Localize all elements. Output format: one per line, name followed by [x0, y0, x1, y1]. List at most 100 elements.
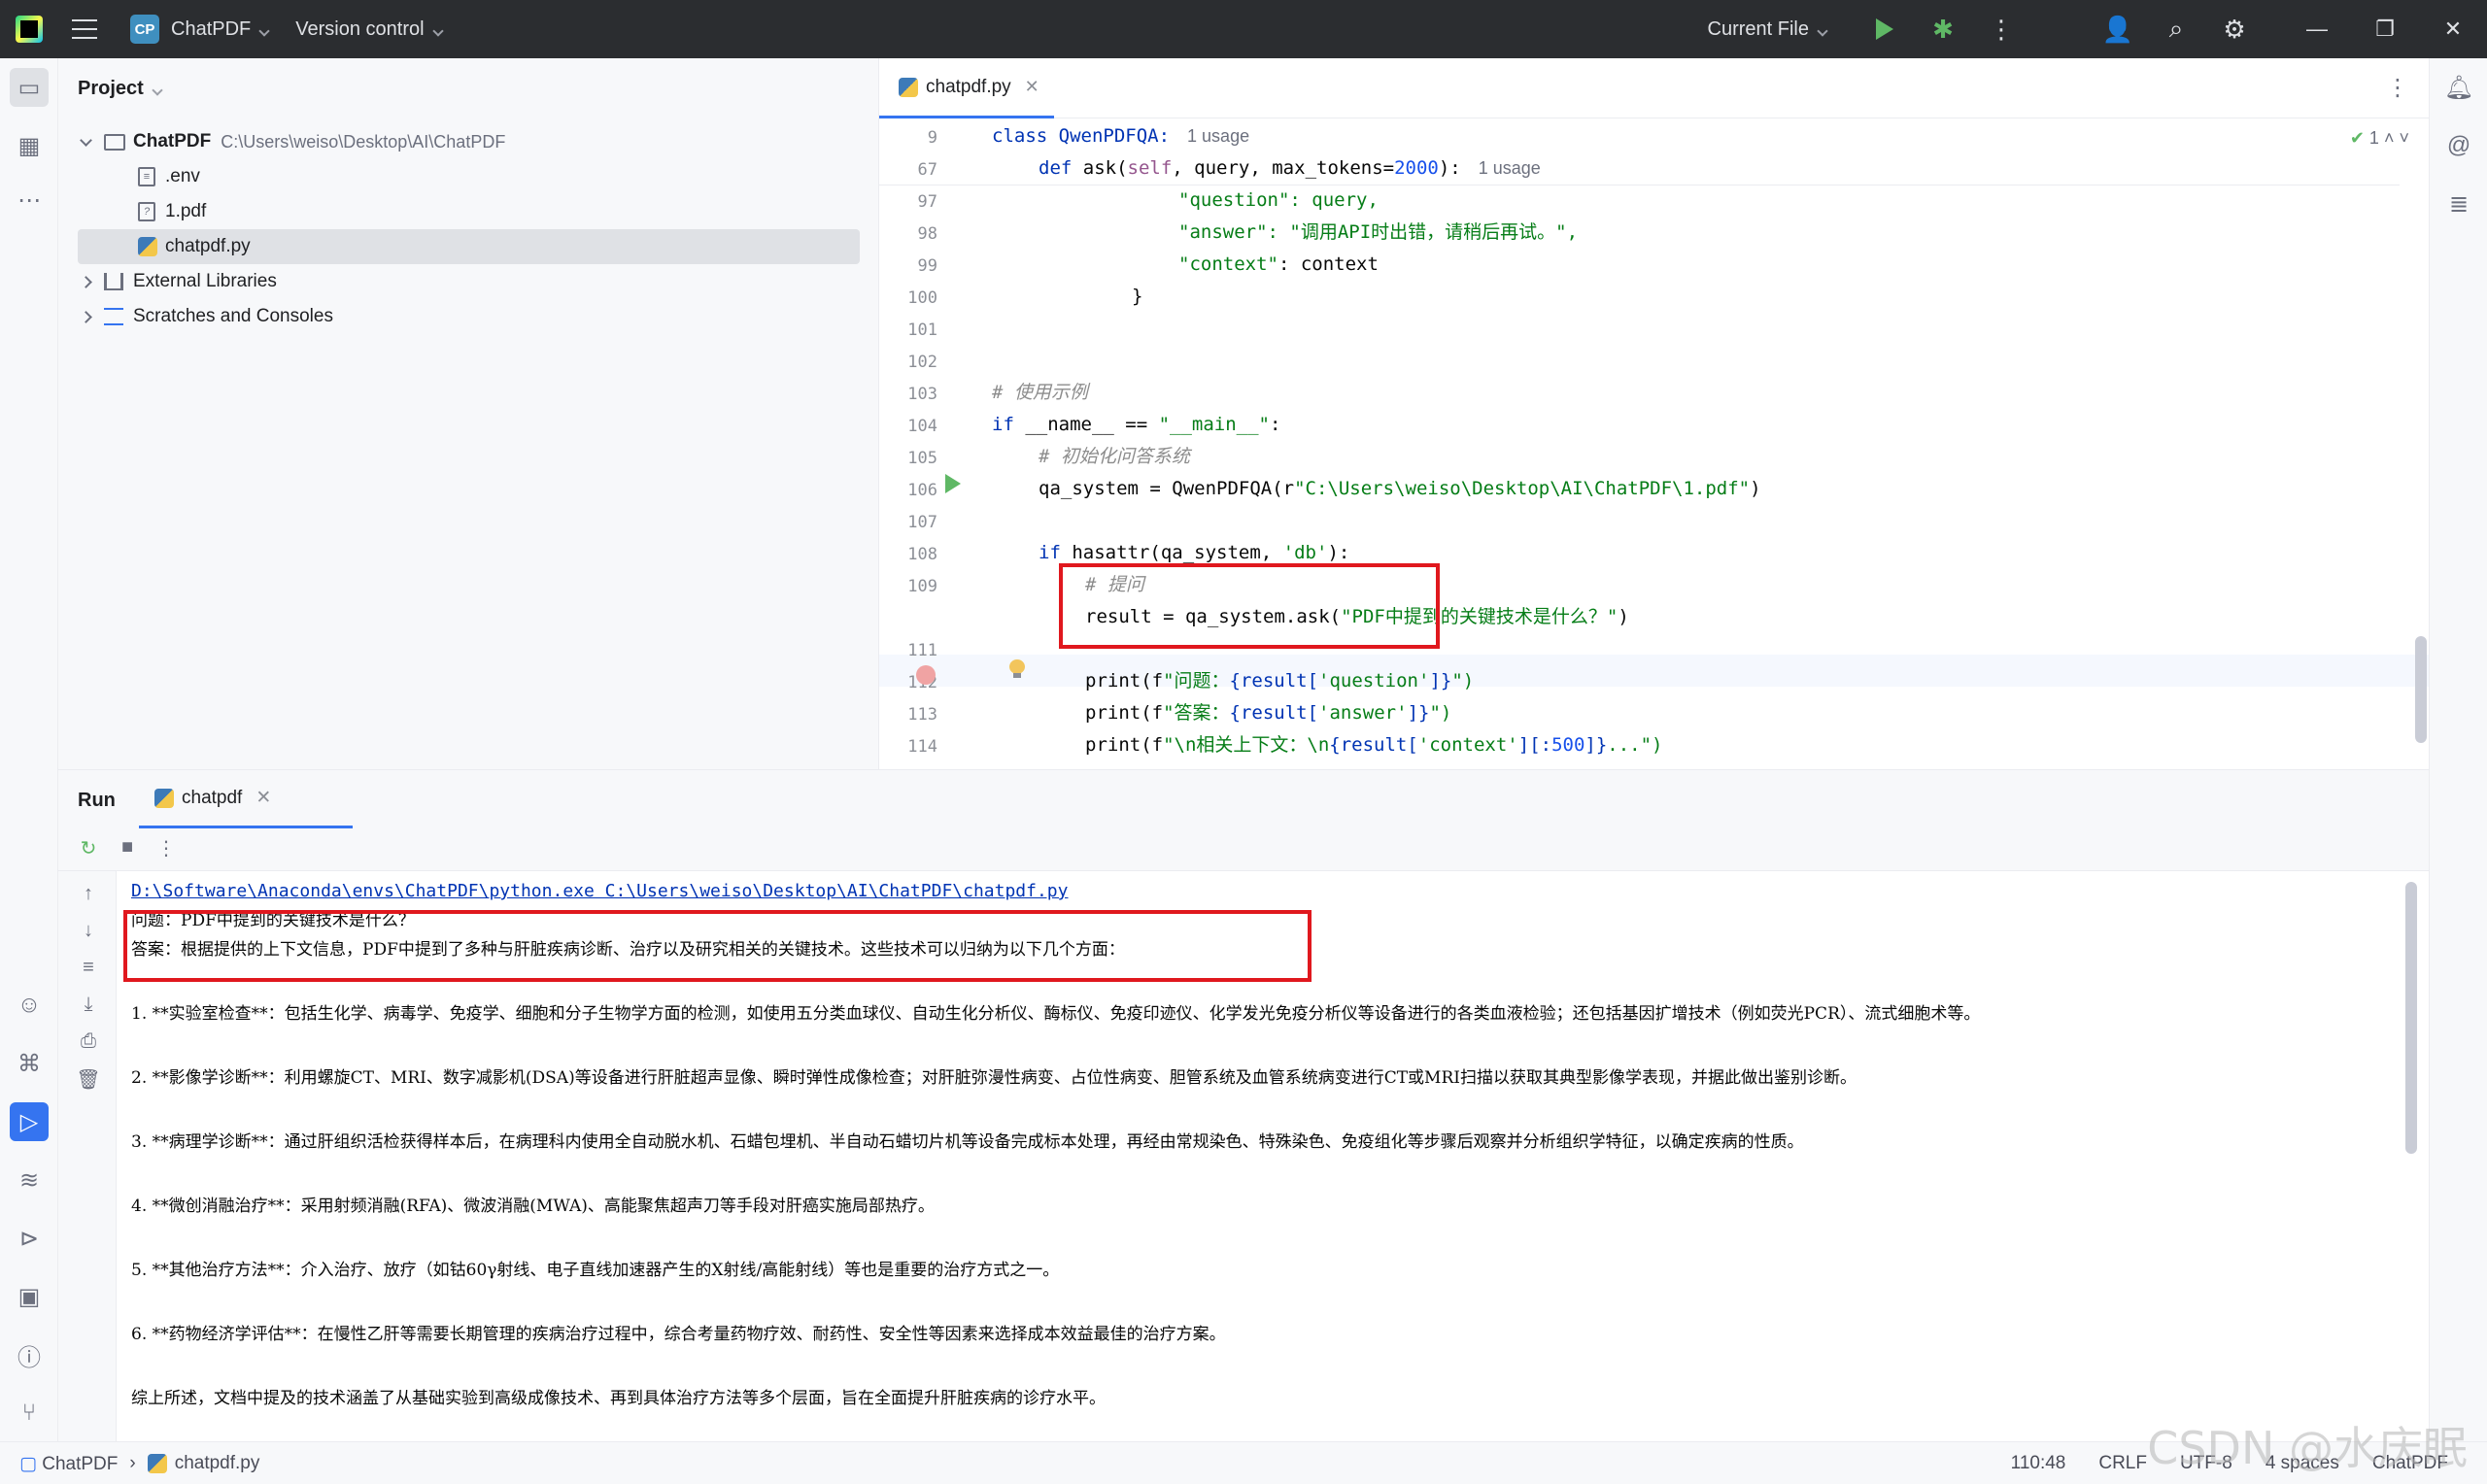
project-badge[interactable]: CP	[130, 15, 159, 44]
run-tool-button[interactable]: ▷	[10, 1102, 49, 1141]
more-vertical-icon[interactable]: ⋮	[153, 836, 179, 861]
notifications-button[interactable]: 🔔︎	[2439, 68, 2478, 107]
chevron-down-icon	[258, 24, 270, 37]
debug-button[interactable]: ✱	[1914, 0, 1972, 58]
more-tools-button[interactable]: ⋯	[10, 181, 49, 219]
breadcrumb-file[interactable]: chatpdf.py	[147, 1453, 259, 1474]
trash-icon[interactable]: 🗑︎	[76, 1067, 101, 1093]
folder-icon: ▭	[17, 74, 41, 101]
code-line-114[interactable]: print(f"\n相关上下文：\n{result['context'][:50…	[1085, 729, 1663, 761]
usage-hint[interactable]: 1 usage	[1479, 158, 1541, 178]
add-user-button[interactable]: 👤	[2089, 0, 2147, 58]
chevron-down-icon	[431, 24, 444, 37]
structure-tool-button[interactable]: ▦	[10, 126, 49, 165]
code-area[interactable]: class QwenPDFQA: 1 usage def ask(self, qu…	[992, 118, 2401, 769]
gear-icon: ⚙	[2223, 14, 2246, 44]
code-token: # 使用示例	[992, 382, 1088, 403]
right-tool-strip: 🔔︎ @ ≣	[2429, 58, 2487, 1441]
editor-more-icon[interactable]: ⋮	[2386, 74, 2409, 102]
scroll-to-end-icon[interactable]: ⤓	[76, 994, 101, 1019]
layers-tool-button[interactable]: ≋	[10, 1161, 49, 1199]
project-tool-button[interactable]: ▭	[10, 68, 49, 107]
python-packages-tool-button[interactable]: ⌘	[10, 1044, 49, 1083]
run-tab-chatpdf[interactable]: chatpdf ✕	[139, 770, 353, 828]
run-button[interactable]	[1856, 0, 1914, 58]
close-tab-icon[interactable]: ✕	[256, 787, 271, 809]
caret-position[interactable]: 110:48	[2011, 1453, 2066, 1474]
code-token: "调用API时出错，请稍后再试。",	[1289, 221, 1579, 243]
version-control-menu[interactable]: Version control	[295, 18, 444, 41]
arrow-up-icon[interactable]: ↑	[76, 883, 101, 908]
code-line-98[interactable]: "answer": "调用API时出错，请稍后再试。",	[1178, 217, 1578, 249]
chevron-right-icon[interactable]	[80, 310, 92, 323]
code-token: ")	[1451, 670, 1475, 691]
chevron-down-icon[interactable]	[80, 133, 92, 147]
breadcrumb-project[interactable]: ▢ ChatPDF	[19, 1453, 118, 1475]
minimize-button[interactable]: —	[2283, 0, 2351, 58]
ai-chat-button[interactable]: @	[2439, 126, 2478, 165]
stop-icon[interactable]: ■	[115, 836, 140, 861]
database-button[interactable]: ≣	[2439, 185, 2478, 223]
chevron-up-icon[interactable]: ˄	[2384, 128, 2395, 148]
code-line-106[interactable]: qa_system = QwenPDFQA(r"C:\Users\weiso\D…	[1039, 473, 1761, 505]
inspection-widget[interactable]: ✔ 1 ˄ ˅	[2350, 128, 2409, 149]
tree-external-libraries[interactable]: External Libraries	[80, 264, 277, 299]
more-horizontal-icon: ⋯	[17, 186, 41, 214]
sticky-class-line[interactable]: class QwenPDFQA: 1 usage	[992, 120, 1249, 152]
python-file-icon	[899, 77, 918, 97]
code-line-113[interactable]: print(f"答案：{result['answer']}")	[1085, 697, 1451, 729]
code-line-105[interactable]: # 初始化问答系统	[1039, 441, 1190, 473]
chevron-down-icon[interactable]: ˅	[2399, 128, 2409, 148]
tree-root-folder[interactable]: ChatPDF C:\Users\weiso\Desktop\AI\ChatPD…	[80, 124, 505, 159]
settings-button[interactable]: ⚙	[2205, 0, 2264, 58]
lightbulb-icon[interactable]	[1009, 659, 1025, 679]
run-toolbar: ↻ ■ ⋮	[58, 828, 2429, 871]
tree-file-pdf[interactable]: ? 1.pdf	[138, 194, 206, 229]
terminal-tool-button[interactable]: ▣	[10, 1277, 49, 1316]
close-tab-icon[interactable]: ✕	[1025, 77, 1039, 97]
project-panel-title[interactable]: Project	[78, 78, 163, 100]
code-line-104[interactable]: if __name__ == "__main__":	[992, 409, 1280, 441]
project-switcher[interactable]: ChatPDF	[171, 18, 270, 41]
usage-hint[interactable]: 1 usage	[1187, 126, 1249, 146]
print-icon[interactable]: ⎙	[76, 1030, 101, 1056]
maximize-button[interactable]: ❐	[2351, 0, 2419, 58]
code-line-100[interactable]: }	[1132, 281, 1142, 313]
tree-scratches[interactable]: Scratches and Consoles	[80, 299, 333, 334]
line-number: 113	[907, 705, 937, 725]
line-separator[interactable]: CRLF	[2098, 1453, 2147, 1474]
code-token: 'question'	[1318, 670, 1430, 691]
arrow-down-icon[interactable]: ↓	[76, 920, 101, 945]
problems-tool-button[interactable]: ⓘ	[10, 1335, 49, 1374]
problems-icon: ⓘ	[17, 1344, 41, 1371]
sticky-def-line[interactable]: def ask(self, query, max_tokens=2000): 1 …	[1039, 152, 1541, 185]
git-tool-button[interactable]: ⑂	[10, 1394, 49, 1433]
close-button[interactable]: ✕	[2419, 0, 2487, 58]
code-token: print(f	[1085, 670, 1164, 691]
services-tool-button[interactable]: ⊳	[10, 1219, 49, 1258]
run-gutter-icon[interactable]	[945, 474, 961, 493]
code-line-112[interactable]: print(f"问题：{result['question']}")	[1085, 665, 1474, 697]
console-command-line[interactable]: D:\Software\Anaconda\envs\ChatPDF\python…	[131, 877, 1069, 906]
pycharm-logo-icon[interactable]	[16, 16, 43, 43]
tree-file-env[interactable]: ≡ .env	[138, 159, 200, 194]
ai-assistant-tool-button[interactable]: ☺	[10, 986, 49, 1025]
tree-file-chatpdf-py[interactable]: chatpdf.py	[78, 229, 860, 264]
run-configuration-selector[interactable]: Current File	[1708, 18, 1828, 41]
editor-tab-chatpdf-py[interactable]: chatpdf.py ✕	[879, 58, 1054, 118]
editor-scrollbar[interactable]	[2415, 636, 2427, 743]
code-token: :	[1270, 414, 1281, 435]
more-actions-button[interactable]: ⋮	[1972, 0, 2030, 58]
code-token: ]}	[1429, 670, 1452, 691]
code-line-103[interactable]: # 使用示例	[992, 377, 1088, 409]
search-button[interactable]: ⌕	[2147, 0, 2205, 58]
robot-icon: ☺	[17, 992, 42, 1018]
console-scrollbar[interactable]	[2405, 882, 2417, 1154]
chevron-right-icon[interactable]	[80, 275, 92, 288]
main-menu-icon[interactable]	[72, 19, 97, 39]
code-line-97[interactable]: "question": query,	[1178, 185, 1379, 217]
rerun-icon[interactable]: ↻	[76, 836, 101, 861]
soft-wrap-icon[interactable]: ≡	[76, 957, 101, 982]
code-line-99[interactable]: "context": context	[1178, 249, 1379, 281]
breakpoint-icon[interactable]	[916, 665, 936, 685]
